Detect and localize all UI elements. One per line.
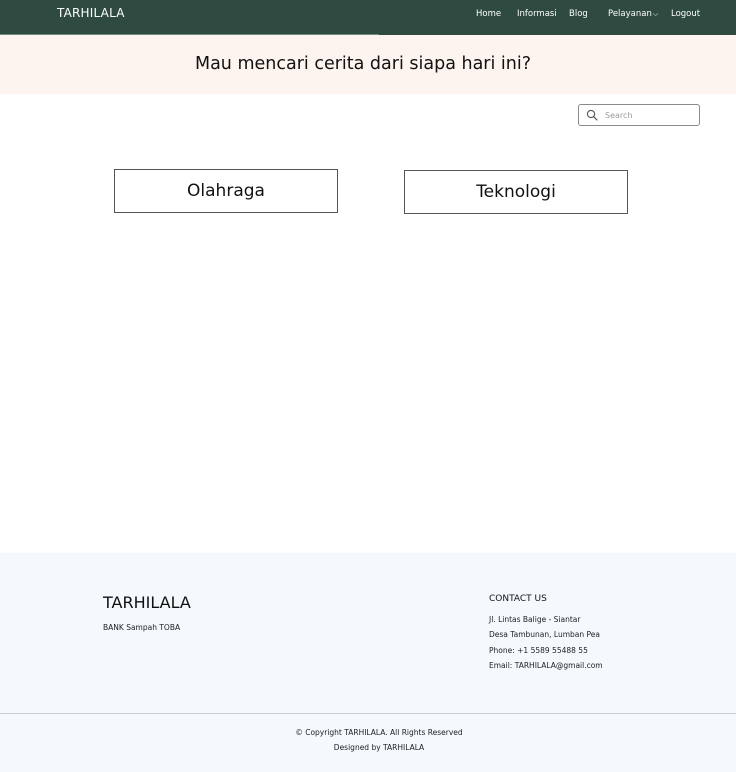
nav-link-informasi[interactable]: Informasi bbox=[517, 9, 557, 19]
category-label: Olahraga bbox=[187, 181, 265, 201]
contact-address-line1: Jl. Lintas Balige - Siantar bbox=[489, 615, 581, 624]
designed-by-text: Designed by TARHILALA bbox=[333, 743, 425, 752]
hero-title: Mau mencari cerita dari siapa hari ini? bbox=[194, 54, 532, 74]
chevron-down-icon: ⌵ bbox=[652, 10, 659, 18]
nav-link-logout[interactable]: Logout bbox=[671, 9, 700, 19]
nav-link-pelayanan[interactable]: Pelayanan⌵ bbox=[608, 9, 658, 19]
category-card-teknologi[interactable]: Teknologi bbox=[404, 170, 628, 214]
footer-brand: TARHILALA bbox=[103, 593, 191, 612]
footer-divider bbox=[0, 713, 736, 714]
footer-tagline: BANK Sampah TOBA bbox=[103, 623, 181, 632]
contact-address-line2: Desa Tambunan, Lumban Pea bbox=[489, 630, 600, 639]
search-box[interactable] bbox=[578, 104, 700, 126]
category-card-olahraga[interactable]: Olahraga bbox=[114, 169, 338, 213]
nav-link-blog[interactable]: Blog bbox=[569, 9, 588, 19]
contact-phone: Phone: +1 5589 55488 55 bbox=[489, 646, 588, 655]
top-navbar: TARHILALA Home Informasi Blog Pelayanan⌵… bbox=[0, 0, 736, 35]
nav-link-home[interactable]: Home bbox=[476, 9, 501, 19]
nav-link-pelayanan-label: Pelayanan bbox=[608, 9, 652, 19]
hero-banner: Mau mencari cerita dari siapa hari ini? bbox=[0, 35, 736, 94]
search-input[interactable] bbox=[605, 108, 695, 123]
search-icon[interactable] bbox=[586, 109, 598, 121]
category-label: Teknologi bbox=[476, 182, 556, 202]
copyright-text: © Copyright TARHILALA. All Rights Reserv… bbox=[295, 728, 463, 737]
contact-email: Email: TARHILALA@gmail.com bbox=[489, 661, 603, 670]
footer: TARHILALA BANK Sampah TOBA CONTACT US Jl… bbox=[0, 553, 736, 772]
contact-title: CONTACT US bbox=[489, 594, 547, 604]
navbar-brand[interactable]: TARHILALA bbox=[57, 6, 125, 20]
